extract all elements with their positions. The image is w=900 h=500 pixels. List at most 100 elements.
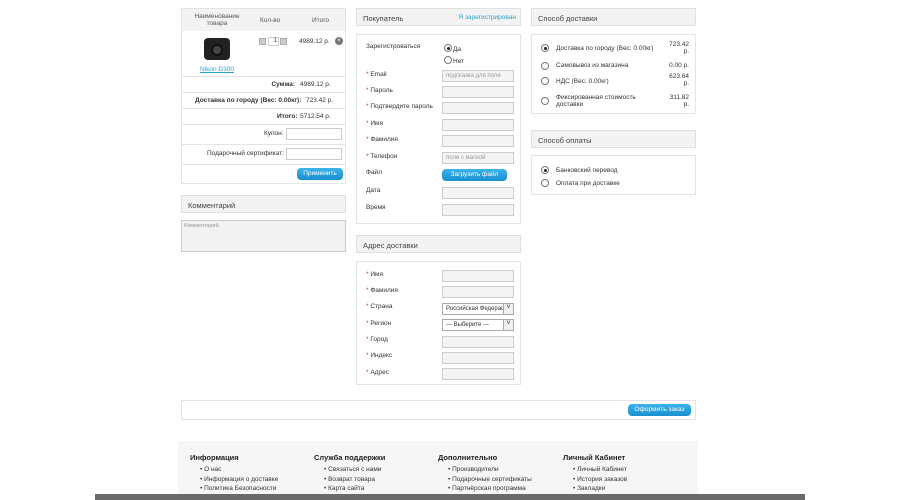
- footer-link[interactable]: Подарочные сертификаты: [438, 475, 532, 485]
- apply-button[interactable]: Применить: [297, 168, 343, 180]
- confirm-label: * Подтвердите пароль: [366, 103, 433, 110]
- country-label: * Страна: [366, 303, 393, 310]
- region-text: Регион: [370, 320, 392, 327]
- address-input[interactable]: [442, 368, 514, 380]
- shipping-label-2: НДС (Вес: 0.00кг): [556, 78, 609, 85]
- buyer-header: Покупатель Я зарегистрирован: [356, 8, 521, 26]
- payment-label-0: Банковский перевод: [556, 167, 618, 174]
- region-select[interactable]: --- Выберите --- v: [442, 319, 514, 331]
- name-input[interactable]: [442, 119, 514, 131]
- name-label: * Имя: [366, 120, 384, 127]
- remove-icon[interactable]: ×: [335, 37, 343, 45]
- payment-radio-0[interactable]: [541, 166, 549, 174]
- password-input[interactable]: [442, 86, 514, 98]
- shipping-price-1: 0.00 р.: [669, 62, 689, 69]
- qty-plus[interactable]: [280, 38, 287, 45]
- city-input[interactable]: [442, 336, 514, 348]
- total-value: 5712.54 р.: [300, 113, 331, 120]
- col-name: Наименование товара: [194, 13, 240, 27]
- index-input[interactable]: [442, 352, 514, 364]
- footer-link[interactable]: Личный Кабинет: [563, 465, 627, 475]
- footer-link[interactable]: Закладки: [563, 484, 627, 494]
- registered-link[interactable]: Я зарегистрирован: [458, 14, 516, 21]
- addr-name-input[interactable]: [442, 270, 514, 282]
- payment-radio-1[interactable]: [541, 179, 549, 187]
- footer-link[interactable]: История заказов: [563, 475, 627, 485]
- qty-minus[interactable]: [259, 38, 266, 45]
- country-text: Страна: [370, 303, 393, 310]
- footer-link[interactable]: Связаться с нами: [314, 465, 385, 475]
- time-label: Время: [366, 204, 386, 211]
- time-input[interactable]: [442, 204, 514, 216]
- country-value: Российская Федерация: [446, 306, 512, 312]
- footer-link[interactable]: Производители: [438, 465, 532, 475]
- footer-col-account: Личный КабинетЛичный КабинетИстория зака…: [563, 453, 627, 494]
- addr-name-text: Имя: [370, 271, 384, 278]
- shipping-price-2: 623.64 р.: [669, 73, 689, 87]
- footer: Информация О насИнформация о доставкеПоли…: [178, 441, 698, 494]
- place-order-button[interactable]: Оформить заказ: [628, 404, 691, 416]
- upload-file-button[interactable]: Загрузить файл: [442, 169, 507, 181]
- footer-link[interactable]: О нас: [190, 465, 278, 475]
- shipping-radio-3[interactable]: [541, 97, 549, 105]
- register-yes-radio[interactable]: [444, 44, 452, 52]
- footer-title: Дополнительно: [438, 453, 498, 462]
- phone-label-text: Телефон: [370, 153, 398, 160]
- qty-input[interactable]: 1: [268, 37, 279, 46]
- comment-textarea[interactable]: Комментарий: [181, 220, 346, 252]
- shipping-radio-0[interactable]: [541, 44, 549, 52]
- email-label: * Email: [366, 71, 387, 78]
- surname-label-text: Фамилия: [370, 136, 398, 143]
- address-form: * Имя * Фамилия * Страна Российская Феде…: [356, 261, 521, 385]
- name-label-text: Имя: [370, 120, 384, 127]
- product-price: 4989.12 р.: [299, 38, 330, 45]
- shipping-label-3: Фиксированная стоимость доставки: [556, 94, 636, 108]
- footer-title: Личный Кабинет: [563, 453, 626, 462]
- certificate-label: Подарочный сертификат:: [207, 150, 284, 157]
- footer-col-support: Служба поддержки Связаться с намиВозврат …: [314, 453, 385, 494]
- payment-header: Способ оплаты: [531, 130, 696, 148]
- addr-surname-label: * Фамилия: [366, 287, 398, 294]
- footer-link[interactable]: Возврат товара: [314, 475, 385, 485]
- product-link[interactable]: Nikon D300: [200, 66, 234, 73]
- confirm-input[interactable]: [442, 102, 514, 114]
- surname-input[interactable]: [442, 135, 514, 147]
- footer-link[interactable]: Политика Безопасности: [190, 484, 278, 494]
- coupon-label: Купон:: [264, 130, 284, 137]
- camera-image[interactable]: [204, 38, 230, 60]
- comment-header: Комментарий: [181, 195, 346, 213]
- index-text: Индекс: [370, 352, 393, 359]
- address-text: Адрес: [370, 369, 389, 376]
- country-select[interactable]: Российская Федерация v: [442, 303, 514, 315]
- col-qty: Кол-во: [260, 17, 281, 24]
- address-label: * Адрес: [366, 369, 389, 376]
- delivery-label: Доставка по городу (Вес: 0.00кг):: [195, 97, 302, 104]
- taskbar[interactable]: [95, 494, 805, 500]
- shipping-header: Способ доставки: [531, 8, 696, 26]
- cart-panel: Наименование товара Кол-во Итого Nikon D…: [181, 8, 346, 184]
- date-input[interactable]: [442, 187, 514, 199]
- footer-link[interactable]: Карта сайта: [314, 484, 385, 494]
- footer-link[interactable]: Информация о доставке: [190, 475, 278, 485]
- shipping-label-1: Самовывоз из магазина: [556, 62, 629, 69]
- certificate-input[interactable]: [286, 148, 342, 160]
- col-total: Итого: [312, 17, 330, 24]
- addr-name-label: * Имя: [366, 271, 384, 278]
- region-label: * Регион: [366, 320, 392, 327]
- no-label: Нет: [453, 58, 465, 65]
- city-label: * Город: [366, 336, 388, 343]
- file-label: Файл: [366, 169, 382, 176]
- shipping-radio-2[interactable]: [541, 77, 549, 85]
- coupon-input[interactable]: [286, 128, 342, 140]
- footer-link[interactable]: Партнёрская программа: [438, 484, 532, 494]
- payment-label-1: Оплата при доставке: [556, 180, 620, 187]
- city-text: Город: [370, 336, 388, 343]
- shipping-radio-1[interactable]: [541, 62, 549, 70]
- email-input[interactable]: подсказка для поля: [442, 70, 514, 82]
- shipping-price-0: 723.42 р.: [669, 41, 689, 55]
- password-label-text: Пароль: [370, 87, 393, 94]
- register-no-radio[interactable]: [444, 56, 452, 64]
- phone-input[interactable]: поле с маской: [442, 152, 514, 164]
- footer-title: Информация: [190, 453, 239, 462]
- addr-surname-input[interactable]: [442, 286, 514, 298]
